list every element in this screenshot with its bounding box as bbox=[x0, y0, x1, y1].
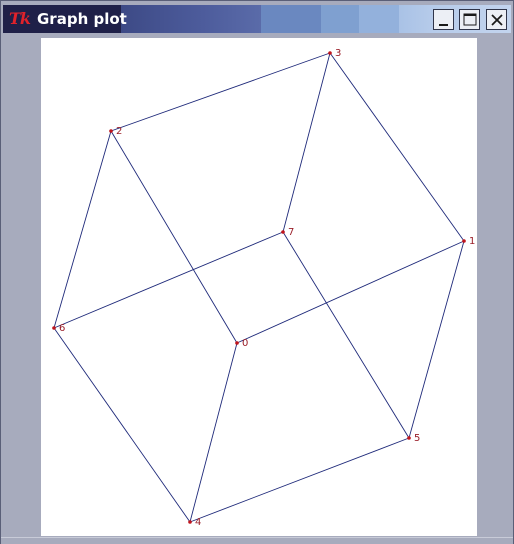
graph-edge-6-7 bbox=[53, 231, 284, 329]
graph-node-label-1: 1 bbox=[469, 236, 475, 247]
graph-node-4[interactable] bbox=[188, 520, 192, 524]
graph-edge-2-3 bbox=[110, 52, 331, 132]
tk-logo-icon: Tk bbox=[9, 9, 31, 28]
maximize-icon bbox=[463, 13, 477, 26]
graph-node-3[interactable] bbox=[328, 51, 332, 55]
graph-edge-5-7 bbox=[282, 231, 410, 439]
window-title: Graph plot bbox=[37, 10, 127, 28]
graph-edge-0-2 bbox=[110, 130, 238, 344]
window-bottom-border bbox=[1, 537, 513, 544]
minimize-button[interactable] bbox=[433, 9, 454, 30]
graph-edge-4-6 bbox=[53, 327, 191, 523]
close-button[interactable] bbox=[486, 9, 507, 30]
graph-node-2[interactable] bbox=[109, 129, 113, 133]
close-icon bbox=[491, 14, 503, 26]
graph-edge-1-5 bbox=[408, 240, 465, 439]
graph-node-label-7: 7 bbox=[288, 227, 294, 238]
graph-node-label-6: 6 bbox=[59, 323, 65, 334]
graph-node-label-3: 3 bbox=[335, 48, 341, 59]
minimize-icon bbox=[439, 24, 448, 26]
graph-node-7[interactable] bbox=[281, 230, 285, 234]
graph-edge-1-3 bbox=[329, 52, 465, 242]
graph-edge-2-6 bbox=[53, 130, 112, 329]
graph-edge-0-4 bbox=[189, 342, 238, 523]
graph-edge-0-1 bbox=[236, 240, 465, 344]
graph-canvas[interactable]: 0 1 2 3 4 5 6 7 bbox=[41, 38, 477, 536]
graph-plot-window: Tk Graph plot 0 1 2 3 4 5 6 7 bbox=[0, 0, 514, 544]
graph-node-label-0: 0 bbox=[242, 338, 248, 349]
graph-node-5[interactable] bbox=[407, 436, 411, 440]
graph-edge-4-5 bbox=[189, 437, 410, 523]
maximize-button[interactable] bbox=[459, 9, 480, 30]
graph-plot[interactable]: 0 1 2 3 4 5 6 7 bbox=[41, 38, 477, 536]
graph-node-label-5: 5 bbox=[414, 433, 420, 444]
graph-node-0[interactable] bbox=[235, 341, 239, 345]
graph-node-6[interactable] bbox=[52, 326, 56, 330]
graph-node-label-4: 4 bbox=[195, 517, 201, 528]
graph-edge-3-7 bbox=[282, 52, 331, 233]
graph-node-1[interactable] bbox=[462, 239, 466, 243]
graph-node-label-2: 2 bbox=[116, 126, 122, 137]
title-bar[interactable]: Tk Graph plot bbox=[3, 5, 511, 33]
